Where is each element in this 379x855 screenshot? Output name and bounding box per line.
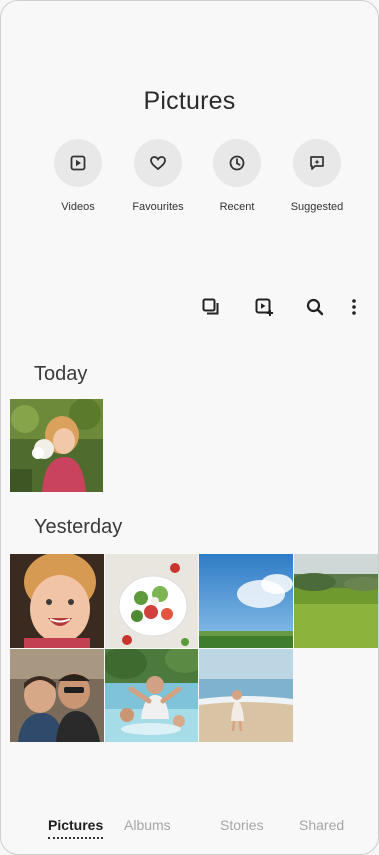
select-multiple-icon[interactable] (197, 293, 225, 321)
section-header-today: Today (34, 363, 88, 385)
bottom-navigation: Pictures Albums Stories Shared (1, 817, 378, 847)
tab-stories[interactable]: Stories (220, 817, 264, 833)
more-options-icon[interactable] (340, 293, 368, 321)
photo-thumbnail[interactable] (105, 554, 198, 648)
quick-actions: Videos Favourites Recent Suggested (1, 139, 378, 219)
clock-icon (213, 139, 261, 187)
favourites-button[interactable]: Favourites (118, 139, 198, 213)
photo-thumbnail[interactable] (105, 649, 198, 742)
favourites-label: Favourites (132, 201, 184, 213)
page-title: Pictures (143, 87, 236, 115)
toolbar (1, 293, 378, 321)
tab-albums[interactable]: Albums (124, 817, 171, 833)
tab-pictures[interactable]: Pictures (48, 817, 104, 839)
heart-icon (134, 139, 182, 187)
suggested-button[interactable]: Suggested (277, 139, 357, 213)
create-video-icon[interactable] (250, 293, 278, 321)
videos-button[interactable]: Videos (38, 139, 118, 213)
recent-button[interactable]: Recent (197, 139, 277, 213)
recent-label: Recent (219, 201, 255, 213)
suggested-label: Suggested (290, 201, 344, 213)
photo-thumbnail[interactable] (294, 554, 378, 648)
photo-thumbnail[interactable] (199, 649, 293, 742)
tab-shared[interactable]: Shared (299, 817, 344, 833)
sparkle-chat-icon (293, 139, 341, 187)
photo-thumbnail[interactable] (199, 554, 293, 648)
app-screen: Pictures Videos Favourites Recent Sugges… (0, 0, 379, 855)
photo-thumbnail[interactable] (10, 554, 104, 648)
search-icon[interactable] (301, 293, 329, 321)
photo-thumbnail[interactable] (10, 399, 103, 492)
photo-thumbnail[interactable] (10, 649, 104, 742)
videos-label: Videos (61, 201, 95, 213)
play-square-icon (54, 139, 102, 187)
section-header-yesterday: Yesterday (34, 516, 123, 538)
